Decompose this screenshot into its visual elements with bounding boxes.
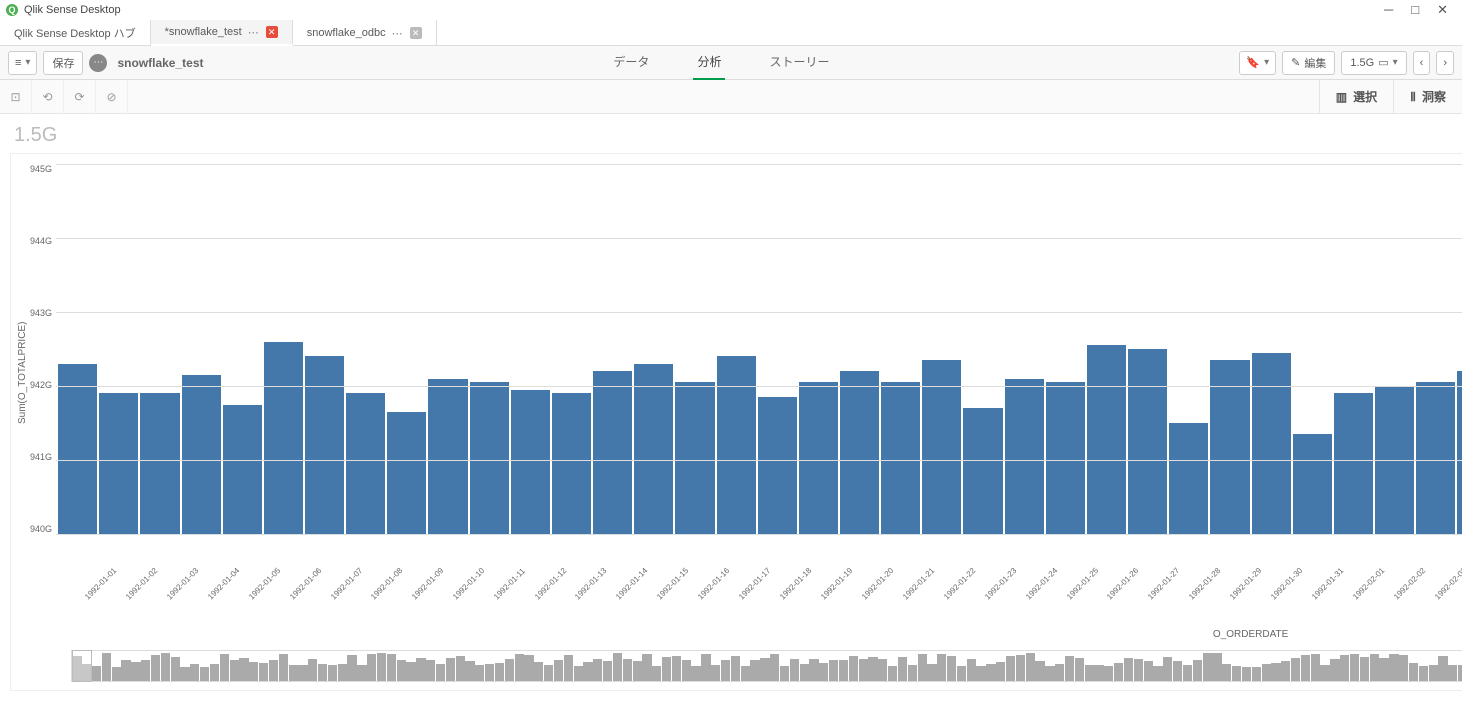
document-tabs: Qlik Sense Desktop ハブ*snowflake_test⋯✕sn… [0, 20, 1462, 46]
chart-bar[interactable] [758, 397, 797, 534]
chart-bar[interactable] [99, 393, 138, 534]
chart-bar[interactable] [264, 342, 303, 534]
nav-data[interactable]: データ [609, 45, 653, 80]
chart-overview-scroller[interactable] [71, 650, 1462, 682]
chart-bar[interactable] [799, 382, 838, 534]
chart-bar[interactable] [1293, 434, 1332, 534]
menu-button[interactable]: ≡ ▾ [8, 51, 37, 75]
chart-bar[interactable] [511, 390, 550, 534]
chart-bar[interactable] [428, 379, 467, 534]
selections-icon: ▥ [1336, 90, 1347, 104]
chart-bar[interactable] [840, 371, 879, 534]
document-tab[interactable]: snowflake_odbc⋯✕ [293, 20, 437, 46]
app-toolbar: ≡ ▾ 保存 ⋯ snowflake_test データ 分析 ストーリー 🔖 ▾… [0, 46, 1462, 80]
sheet-title: 1.5G [10, 120, 1462, 153]
tab-close-icon[interactable]: ✕ [410, 27, 422, 39]
chart-bar[interactable] [182, 375, 221, 534]
chart-bar[interactable] [963, 408, 1002, 534]
app-logo-icon: Q [6, 4, 18, 16]
y-axis-ticks: 945G944G943G942G941G940G [30, 164, 56, 534]
chart-bar[interactable] [1334, 393, 1373, 534]
clear-selections-icon[interactable]: ⊘ [96, 80, 128, 114]
chart-bar[interactable] [223, 405, 262, 535]
chart-bar[interactable] [470, 382, 509, 534]
chart-bar[interactable] [593, 371, 632, 534]
save-button[interactable]: 保存 [43, 51, 83, 75]
selections-tool-button[interactable]: ▥ 選択 [1319, 80, 1393, 114]
x-axis-label: O_ORDERDATE [11, 625, 1462, 644]
bookmark-button[interactable]: 🔖 ▾ [1239, 51, 1276, 75]
nav-analysis[interactable]: 分析 [693, 45, 725, 80]
app-avatar-icon: ⋯ [89, 54, 107, 72]
window-titlebar: Q Qlik Sense Desktop ─ □ ✕ [0, 0, 1462, 20]
chart-bar[interactable] [1457, 371, 1462, 534]
window-title: Qlik Sense Desktop [24, 4, 1384, 16]
chart-bar[interactable] [1169, 423, 1208, 534]
document-tab[interactable]: *snowflake_test⋯✕ [151, 20, 293, 46]
nav-story[interactable]: ストーリー [765, 45, 833, 80]
tab-close-icon[interactable]: ✕ [266, 26, 278, 38]
chart-bar[interactable] [346, 393, 385, 534]
chart-bar[interactable] [1087, 345, 1126, 534]
x-axis-ticks: 1992-01-011992-01-021992-01-031992-01-04… [77, 581, 1462, 625]
insight-button[interactable]: Ⅱ 洞察 [1393, 80, 1462, 114]
chart-bar[interactable] [1416, 382, 1455, 534]
chart-bar[interactable] [140, 393, 179, 534]
chart-bar[interactable] [881, 382, 920, 534]
smart-search-icon[interactable]: ⊡ [0, 80, 32, 114]
chart-plot-area[interactable] [56, 164, 1462, 534]
chart-bar[interactable] [1252, 353, 1291, 534]
close-icon[interactable]: ✕ [1437, 2, 1448, 18]
next-sheet-button[interactable]: › [1436, 51, 1454, 75]
step-back-icon[interactable]: ⟲ [32, 80, 64, 114]
chart-bar[interactable] [1005, 379, 1044, 534]
y-axis-label: Sum(O_TOTALPRICE) [15, 164, 30, 581]
sheet-area: 1.5G Sum(O_TOTALPRICE) 945G944G943G942G9… [0, 114, 1462, 701]
app-name: snowflake_test [117, 56, 203, 70]
chart-bar[interactable] [1128, 349, 1167, 534]
selection-bar: ⊡ ⟲ ⟳ ⊘ ▥ 選択 Ⅱ 洞察 [0, 80, 1462, 114]
step-forward-icon[interactable]: ⟳ [64, 80, 96, 114]
chart-bar[interactable] [58, 364, 97, 534]
chart-bar[interactable] [634, 364, 673, 534]
chart-bar[interactable] [387, 412, 426, 534]
chart-bar[interactable] [675, 382, 714, 534]
prev-sheet-button[interactable]: ‹ [1413, 51, 1431, 75]
maximize-icon[interactable]: □ [1411, 2, 1419, 18]
document-tab[interactable]: Qlik Sense Desktop ハブ [0, 20, 151, 46]
chart-bar[interactable] [305, 356, 344, 534]
chart-bar[interactable] [552, 393, 591, 534]
bar-chart[interactable]: Sum(O_TOTALPRICE) 945G944G943G942G941G94… [10, 153, 1462, 691]
insight-icon: Ⅱ [1410, 90, 1416, 104]
overview-handle[interactable] [72, 650, 92, 682]
sheet-selector[interactable]: 1.5G ▭ ▾ [1341, 51, 1406, 75]
chart-bar[interactable] [717, 356, 756, 534]
minimize-icon[interactable]: ─ [1384, 2, 1393, 18]
chart-bar[interactable] [1046, 382, 1085, 534]
edit-button[interactable]: ✎ 編集 [1282, 51, 1335, 75]
